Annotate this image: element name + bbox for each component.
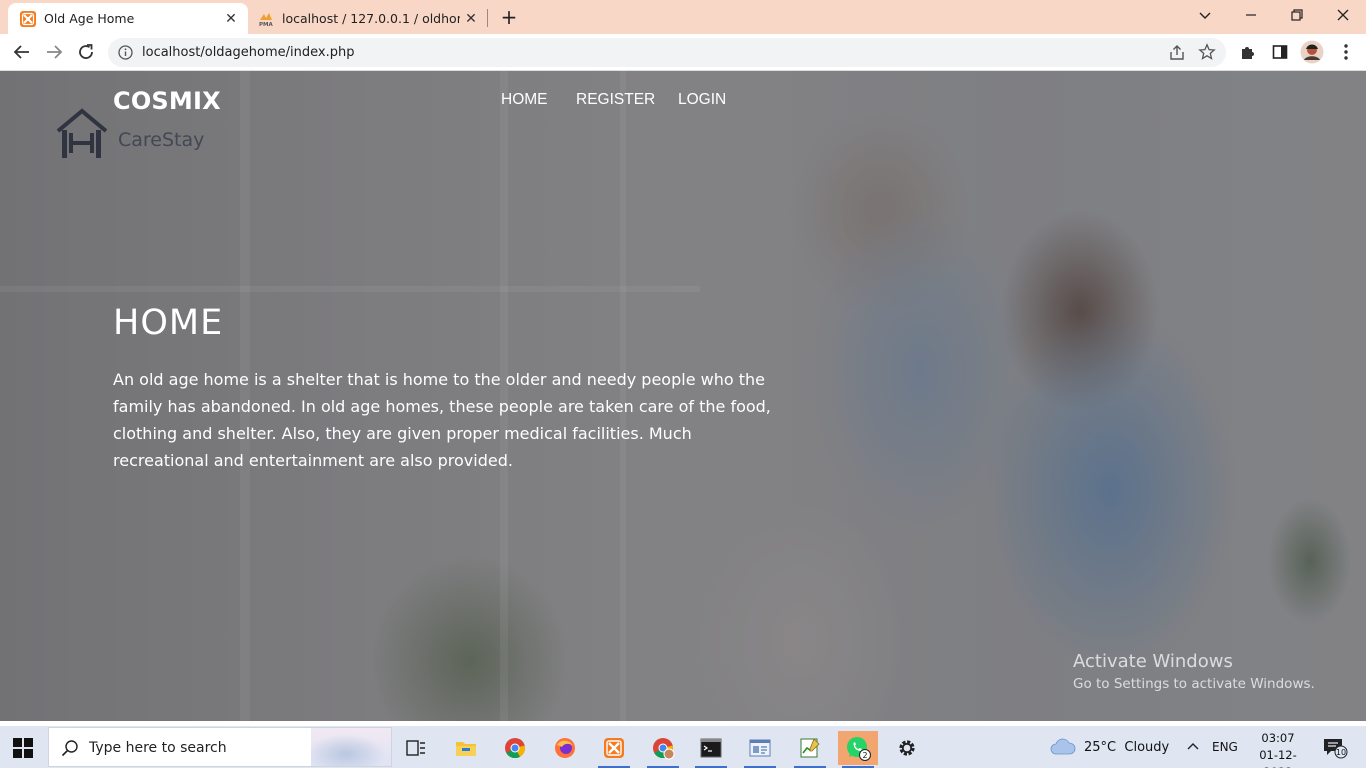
logo-text: CareStay [118, 129, 204, 151]
share-icon[interactable] [1168, 44, 1186, 62]
hero-content: CareStay COSMIX HOME REGISTER LOGIN HOME… [0, 71, 1366, 721]
svg-text:PMA: PMA [259, 22, 274, 27]
settings-gear-icon[interactable] [887, 731, 927, 765]
notification-center-icon[interactable]: 10 [1322, 726, 1350, 768]
chrome-running-icon[interactable] [643, 731, 683, 768]
show-hidden-icons-chevron-icon[interactable] [1186, 726, 1200, 768]
terminal-icon[interactable] [691, 731, 731, 768]
search-icon [61, 739, 79, 757]
address-bar[interactable]: localhost/oldagehome/index.php [108, 38, 1226, 67]
tab-phpmyadmin[interactable]: PMA localhost / 127.0.0.1 / oldhome / ✕ [248, 3, 488, 34]
firefox-icon[interactable] [545, 731, 585, 765]
tab-title: localhost / 127.0.0.1 / oldhome / [282, 11, 460, 26]
clock-date: 01-12-2022 [1259, 748, 1297, 768]
system-clock[interactable]: 03:07 01-12-2022 [1246, 730, 1310, 768]
xampp-icon [20, 10, 36, 27]
site-info-icon[interactable] [118, 45, 133, 60]
search-placeholder: Type here to search [89, 740, 227, 756]
nav-login-link[interactable]: LOGIN [678, 91, 726, 109]
task-view-icon[interactable] [396, 731, 436, 765]
extensions-puzzle-icon[interactable] [1238, 42, 1258, 62]
tab-old-age-home[interactable]: Old Age Home ✕ [8, 3, 248, 34]
site-brand[interactable]: COSMIX [113, 87, 221, 115]
forward-arrow-icon[interactable] [41, 39, 67, 65]
hero-description: An old age home is a shelter that is hom… [113, 370, 771, 470]
browser-menu-icon[interactable] [1336, 42, 1356, 62]
windows-taskbar: Type here to search 2 25°C Cloudy ENG 03… [0, 726, 1366, 768]
bookmark-star-icon[interactable] [1198, 43, 1216, 61]
nav-register-link[interactable]: REGISTER [576, 91, 655, 109]
minimize-icon[interactable] [1228, 0, 1274, 30]
notepad-chart-icon[interactable] [790, 731, 830, 768]
whatsapp-icon[interactable]: 2 [838, 731, 878, 768]
profile-avatar[interactable] [1300, 40, 1324, 64]
activate-windows-watermark: Activate Windows Go to Settings to activ… [1073, 651, 1315, 692]
restore-icon[interactable] [1274, 0, 1320, 30]
input-language[interactable]: ENG [1212, 726, 1238, 768]
browser-toolbar: localhost/oldagehome/index.php [0, 34, 1366, 71]
window-close-icon[interactable] [1320, 0, 1366, 30]
taskbar-search-box[interactable]: Type here to search [48, 727, 392, 767]
watermark-subtitle: Go to Settings to activate Windows. [1073, 676, 1315, 692]
weather-widget[interactable]: 25°C Cloudy [1050, 726, 1169, 768]
url-text[interactable]: localhost/oldagehome/index.php [142, 45, 354, 60]
control-panel-icon[interactable] [740, 731, 780, 768]
reload-icon[interactable] [73, 39, 99, 65]
hero-title: HOME [113, 303, 224, 343]
search-highlight-image [311, 728, 391, 766]
chrome-icon[interactable] [495, 731, 535, 765]
tab-search-chevron-icon[interactable] [1182, 0, 1228, 30]
whatsapp-badge: 2 [862, 751, 867, 760]
hero-section: CareStay COSMIX HOME REGISTER LOGIN HOME… [0, 71, 1366, 721]
cloud-icon [1050, 738, 1076, 756]
phpmyadmin-icon: PMA [258, 11, 274, 27]
close-icon[interactable]: ✕ [460, 8, 482, 30]
clock-time: 03:07 [1261, 731, 1295, 745]
watermark-title: Activate Windows [1073, 651, 1233, 672]
notification-count: 10 [1336, 748, 1346, 757]
close-icon[interactable]: ✕ [220, 8, 242, 30]
nav-home-link[interactable]: HOME [501, 91, 548, 109]
side-panel-icon[interactable] [1270, 42, 1290, 62]
tab-title: Old Age Home [44, 11, 135, 26]
browser-tab-strip: Old Age Home ✕ PMA localhost / 127.0.0.1… [0, 0, 1366, 34]
weather-text: 25°C Cloudy [1084, 739, 1170, 755]
xampp-taskbar-icon[interactable] [594, 731, 634, 768]
back-arrow-icon[interactable] [9, 39, 35, 65]
windows-start-icon[interactable] [12, 737, 34, 759]
file-explorer-icon[interactable] [446, 731, 486, 765]
new-tab-icon[interactable]: + [498, 5, 520, 29]
tab-separator [487, 9, 488, 27]
